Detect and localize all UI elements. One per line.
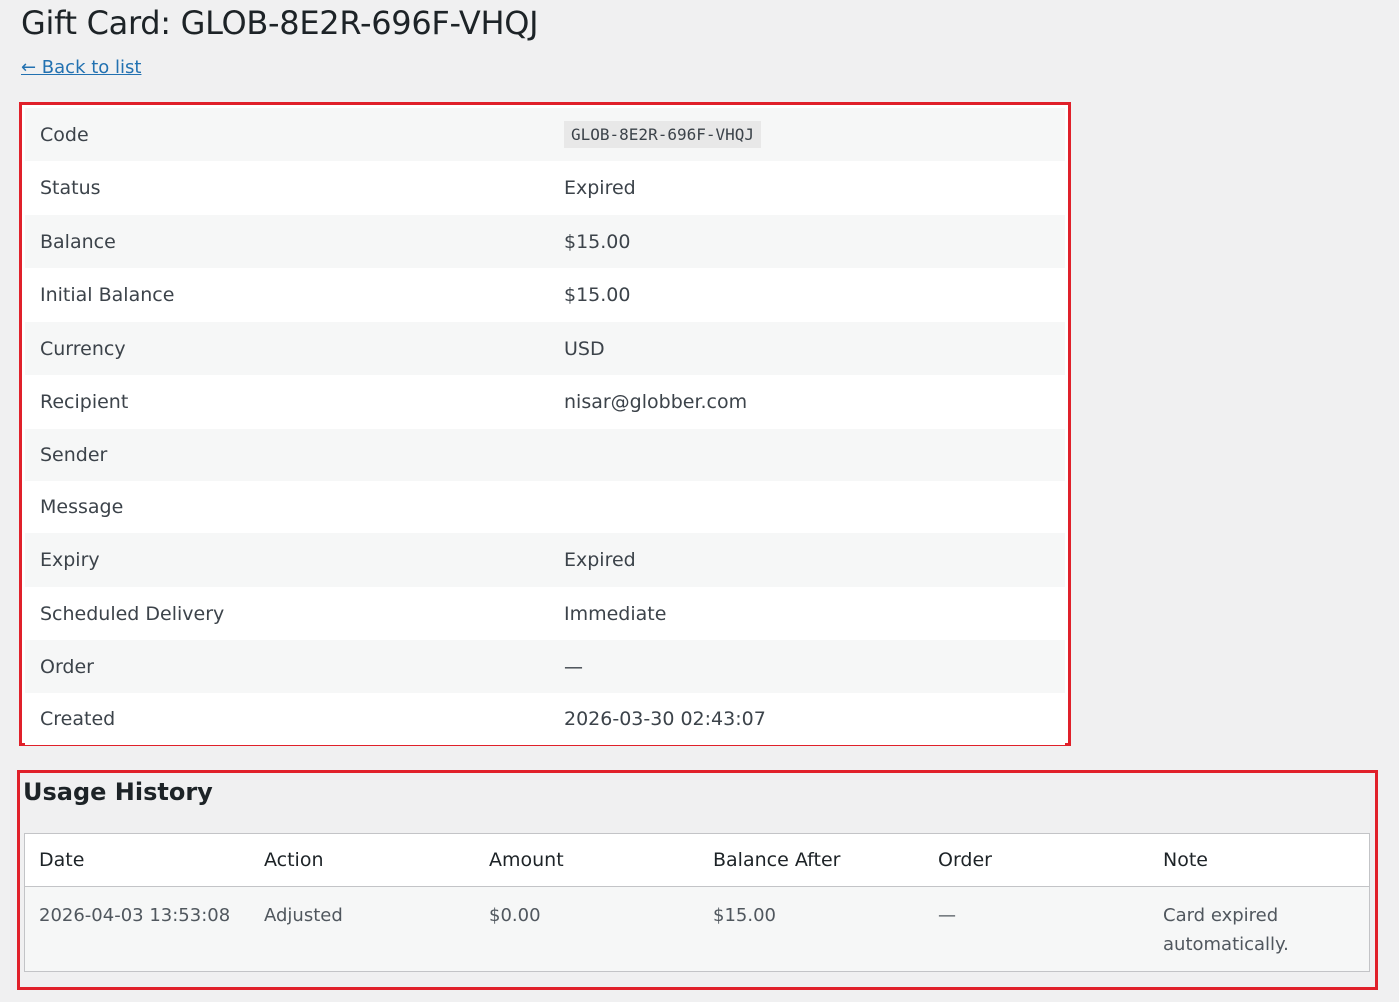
detail-value-status: Expired [549, 161, 1065, 215]
column-header-order: Order [924, 834, 1149, 887]
page-title: Gift Card: GLOB-8E2R-696F-VHQJ [21, 4, 539, 42]
usage-history-title: Usage History [23, 778, 213, 806]
detail-row-initial-balance: Initial Balance $15.00 [25, 268, 1065, 322]
detail-row-created: Created 2026-03-30 02:43:07 [25, 693, 1065, 745]
detail-label-status: Status [25, 161, 549, 215]
detail-label-scheduled-delivery: Scheduled Delivery [25, 587, 549, 640]
usage-history-table: Date Action Amount Balance After Order N… [25, 834, 1369, 971]
usage-cell-date: 2026-04-03 13:53:08 [25, 886, 250, 971]
detail-row-status: Status Expired [25, 161, 1065, 215]
usage-cell-balance-after: $15.00 [699, 886, 924, 971]
detail-row-sender: Sender [25, 429, 1065, 481]
usage-cell-amount: $0.00 [475, 886, 699, 971]
detail-row-scheduled-delivery: Scheduled Delivery Immediate [25, 587, 1065, 640]
detail-label-sender: Sender [25, 429, 549, 481]
detail-label-code: Code [25, 108, 549, 161]
detail-value-sender [549, 429, 1065, 481]
column-header-note: Note [1149, 834, 1369, 887]
detail-label-balance: Balance [25, 215, 549, 268]
usage-cell-order: — [924, 886, 1149, 971]
detail-row-code: Code GLOB-8E2R-696F-VHQJ [25, 108, 1065, 161]
detail-row-recipient: Recipient nisar@globber.com [25, 375, 1065, 429]
detail-label-initial-balance: Initial Balance [25, 268, 549, 322]
code-chip: GLOB-8E2R-696F-VHQJ [564, 121, 762, 148]
detail-value-order: — [549, 640, 1065, 693]
detail-row-message: Message [25, 481, 1065, 533]
column-header-amount: Amount [475, 834, 699, 887]
detail-label-currency: Currency [25, 322, 549, 375]
detail-label-order: Order [25, 640, 549, 693]
back-to-list-link[interactable]: ← Back to list [21, 57, 141, 78]
detail-label-message: Message [25, 481, 549, 533]
detail-value-recipient: nisar@globber.com [549, 375, 1065, 429]
detail-row-order: Order — [25, 640, 1065, 693]
detail-value-balance: $15.00 [549, 215, 1065, 268]
detail-value-expiry: Expired [549, 533, 1065, 587]
usage-cell-action: Adjusted [250, 886, 475, 971]
detail-label-expiry: Expiry [25, 533, 549, 587]
detail-row-expiry: Expiry Expired [25, 533, 1065, 587]
gift-card-details-table: Code GLOB-8E2R-696F-VHQJ Status Expired … [25, 108, 1065, 745]
detail-value-code: GLOB-8E2R-696F-VHQJ [549, 108, 1065, 161]
usage-history-table-container: Date Action Amount Balance After Order N… [24, 833, 1370, 972]
usage-history-panel: Usage History Date Action Amount Balance… [17, 770, 1378, 990]
table-row: 2026-04-03 13:53:08 Adjusted $0.00 $15.0… [25, 886, 1369, 971]
detail-row-currency: Currency USD [25, 322, 1065, 375]
detail-value-message [549, 481, 1065, 533]
column-header-action: Action [250, 834, 475, 887]
usage-header-row: Date Action Amount Balance After Order N… [25, 834, 1369, 887]
detail-value-initial-balance: $15.00 [549, 268, 1065, 322]
detail-value-currency: USD [549, 322, 1065, 375]
usage-cell-note: Card expired automatically. [1149, 886, 1369, 971]
detail-label-created: Created [25, 693, 549, 745]
detail-row-balance: Balance $15.00 [25, 215, 1065, 268]
detail-value-scheduled-delivery: Immediate [549, 587, 1065, 640]
column-header-balance-after: Balance After [699, 834, 924, 887]
gift-card-details-panel: Code GLOB-8E2R-696F-VHQJ Status Expired … [19, 102, 1071, 746]
detail-label-recipient: Recipient [25, 375, 549, 429]
column-header-date: Date [25, 834, 250, 887]
detail-value-created: 2026-03-30 02:43:07 [549, 693, 1065, 745]
